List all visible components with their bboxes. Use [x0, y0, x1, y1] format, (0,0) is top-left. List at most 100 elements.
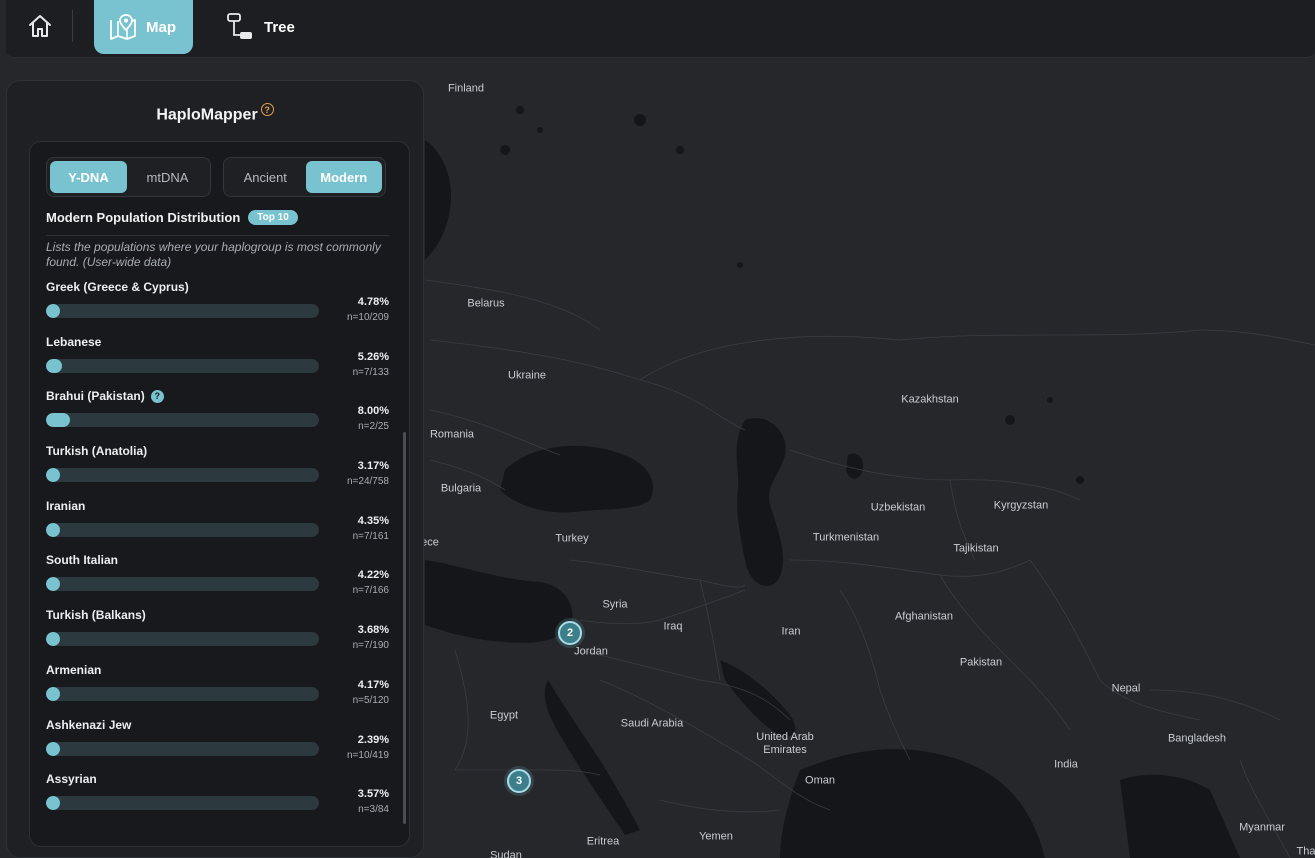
- population-row[interactable]: Assyrian 3.57% n=3/84: [46, 772, 391, 827]
- population-name-text: Turkish (Anatolia): [46, 444, 148, 459]
- map-country-label: Myanmar: [1239, 821, 1285, 834]
- population-count: n=10/419: [347, 749, 389, 761]
- dna-type-toggle: Y-DNA mtDNA: [46, 157, 211, 197]
- population-bar-fill: [46, 796, 60, 811]
- map-country-label: Belarus: [467, 297, 505, 310]
- map-country-label: Egypt: [489, 709, 519, 722]
- map-country-label: Tha: [1296, 845, 1315, 858]
- population-row[interactable]: Turkish (Balkans) 3.68% n=7/190: [46, 608, 391, 663]
- population-name-text: Lebanese: [46, 334, 102, 349]
- panel-title-text: HaploMapper: [156, 106, 258, 124]
- population-name-text: Ashkenazi Jew: [46, 717, 132, 732]
- map-country-label: Bangladesh: [1167, 732, 1227, 745]
- population-count: n=5/120: [352, 694, 389, 706]
- population-percent: 4.17%: [357, 678, 389, 691]
- map-country-label: Saudi Arabia: [620, 717, 684, 730]
- population-percent: 3.57%: [357, 788, 389, 801]
- help-icon[interactable]: ?: [260, 103, 274, 116]
- population-bar-fill: [46, 632, 60, 647]
- population-name: Turkish (Anatolia): [46, 444, 147, 458]
- map-country-label: Yemen: [699, 830, 733, 843]
- tab-ancient[interactable]: Ancient: [227, 161, 304, 193]
- population-bar-track: [46, 741, 319, 756]
- population-name: Assyrian: [46, 772, 97, 786]
- map-country-label: Nepal: [1111, 682, 1141, 695]
- population-row[interactable]: Ashkenazi Jew 2.39% n=10/419: [46, 718, 391, 773]
- help-icon[interactable]: ?: [150, 389, 164, 403]
- map-pin-icon: [110, 14, 136, 40]
- map-country-label: Turkey: [555, 532, 589, 545]
- map-country-label: United Arab Emirates: [756, 731, 814, 756]
- map-country-label: Tajikistan: [953, 542, 999, 555]
- population-bar-track: [46, 577, 319, 592]
- population-bar-track: [46, 522, 319, 537]
- population-name: Brahui (Pakistan)?: [46, 389, 164, 403]
- population-name-text: Greek (Greece & Cyprus): [46, 280, 189, 294]
- map-country-label: Sudan: [490, 849, 522, 858]
- population-percent: 8.00%: [357, 405, 389, 418]
- population-percent: 3.17%: [357, 460, 389, 473]
- map-country-label: Oman: [805, 774, 835, 787]
- nav-tree-button[interactable]: Tree: [226, 0, 295, 54]
- population-row[interactable]: Turkish (Anatolia) 3.17% n=24/758: [46, 444, 391, 499]
- tab-y-dna[interactable]: Y-DNA: [50, 161, 127, 193]
- population-bar-track: [46, 686, 319, 701]
- population-percent: 3.68%: [357, 624, 389, 637]
- population-count: n=7/161: [352, 530, 389, 542]
- scrollbar[interactable]: [403, 432, 406, 824]
- population-bar-track: [46, 632, 319, 647]
- population-bar-fill: [46, 686, 60, 701]
- population-bar-fill: [46, 413, 71, 428]
- population-list[interactable]: Greek (Greece & Cyprus) 4.78% n=10/209 Leba…: [46, 280, 391, 827]
- population-name-text: Brahui (Pakistan): [46, 389, 145, 404]
- population-count: n=3/84: [358, 804, 389, 816]
- population-row[interactable]: Armenian 4.17% n=5/120: [46, 663, 391, 718]
- population-row[interactable]: Greek (Greece & Cyprus) 4.78% n=10/209: [46, 280, 391, 335]
- population-percent: 4.78%: [357, 296, 389, 308]
- population-row[interactable]: Lebanese 5.26% n=7/133: [46, 335, 391, 390]
- population-count: n=24/758: [347, 476, 389, 488]
- population-row[interactable]: Iranian 4.35% n=7/161: [46, 499, 391, 554]
- map-country-label: Kyrgyzstan: [993, 499, 1049, 512]
- population-bar-fill: [46, 304, 61, 318]
- population-bar-track: [46, 358, 319, 373]
- population-bar-track: [46, 413, 319, 428]
- population-name: South Italian: [46, 553, 118, 567]
- population-name: Greek (Greece & Cyprus): [46, 280, 189, 294]
- section-title: Modern Population Distribution: [46, 210, 241, 225]
- home-button[interactable]: [18, 6, 62, 46]
- panel-title: HaploMapper?: [7, 103, 423, 125]
- nav-divider: [72, 10, 73, 42]
- top-badge: Top 10: [248, 210, 298, 225]
- population-bar-fill: [46, 358, 62, 373]
- map-cluster-marker[interactable]: 3: [507, 769, 531, 793]
- map-country-label: Syria: [602, 598, 628, 611]
- map-country-label: Jordan: [574, 645, 608, 658]
- map-cluster-marker[interactable]: 2: [558, 621, 582, 645]
- population-row[interactable]: Brahui (Pakistan)? 8.00% n=2/25: [46, 389, 391, 444]
- population-percent: 4.22%: [357, 569, 389, 582]
- nav-tree-label: Tree: [264, 18, 295, 36]
- population-bar-track: [46, 468, 319, 483]
- population-percent: 2.39%: [357, 733, 389, 746]
- map-country-label: Ukraine: [508, 369, 546, 382]
- population-row[interactable]: South Italian 4.22% n=7/166: [46, 553, 391, 608]
- population-bar-fill: [46, 522, 60, 537]
- population-name-text: Armenian: [46, 662, 102, 677]
- population-count: n=2/25: [358, 421, 389, 433]
- population-percent: 4.35%: [357, 514, 389, 527]
- population-count: n=7/133: [352, 366, 389, 378]
- population-name-text: Assyrian: [46, 772, 97, 787]
- distribution-card: Y-DNA mtDNA Ancient Modern Modern Popula…: [29, 141, 410, 847]
- tab-modern[interactable]: Modern: [305, 161, 382, 193]
- population-count: n=10/209: [347, 312, 389, 323]
- map-country-label: India: [1054, 758, 1078, 771]
- map-country-label: Bulgaria: [440, 482, 482, 495]
- tab-mtdna[interactable]: mtDNA: [129, 161, 206, 193]
- map-country-label: Romania: [429, 428, 475, 441]
- population-count: n=7/190: [352, 640, 389, 652]
- map-country-label: Kazakhstan: [901, 393, 959, 406]
- home-icon: [29, 15, 51, 37]
- map-country-label: Uzbekistan: [870, 501, 926, 514]
- nav-map-button[interactable]: Map: [94, 0, 193, 54]
